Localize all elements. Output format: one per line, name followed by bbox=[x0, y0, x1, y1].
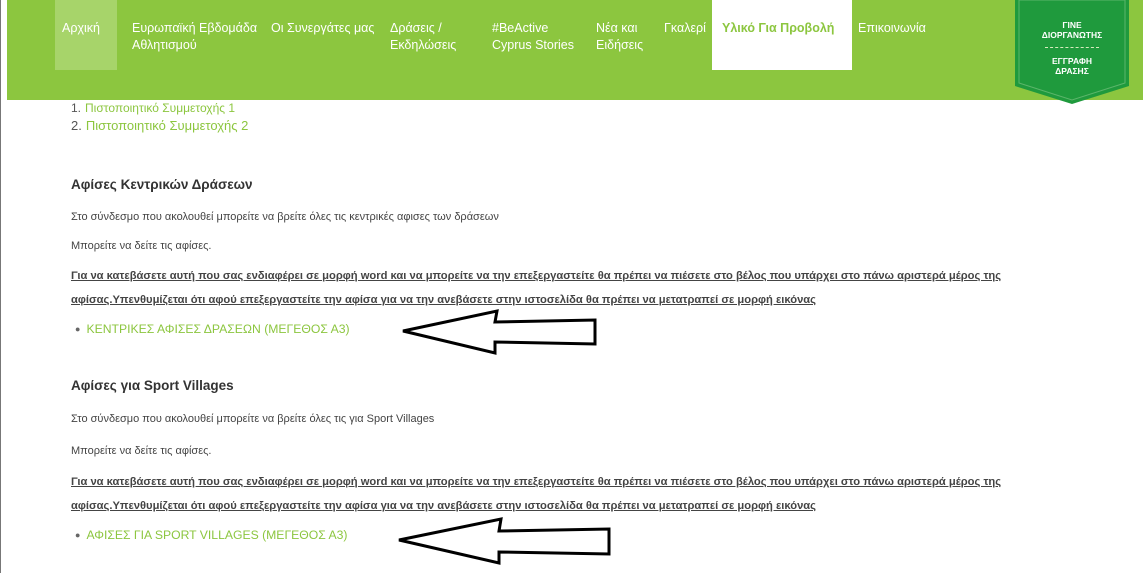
page-left-border bbox=[0, 0, 1, 573]
become-organizer-badge[interactable]: ΓΙΝΕ ΔΙΟΡΓΑΝΩΤΗΣ ΕΓΓΡΑΦΗ ΔΡΑΣΗΣ bbox=[1015, 0, 1129, 104]
bullet-icon: ● bbox=[75, 530, 81, 540]
nav-item-promo-material[interactable]: Υλικό Για Προβολή bbox=[712, 0, 852, 70]
badge-divider bbox=[1045, 47, 1099, 48]
list-number: 2. bbox=[71, 118, 82, 133]
bullet-icon: ● bbox=[75, 324, 81, 334]
nav-item-european-sport-week[interactable]: Ευρωπαϊκή Εβδομάδα Αθλητισμού bbox=[132, 0, 262, 70]
instruction-line: Για να κατεβάσετε αυτή που σας ενδιαφέρε… bbox=[71, 270, 1002, 282]
nav-item-label: Ειδήσεις bbox=[596, 38, 644, 52]
instruction-line: αφίσας.Υπενθυμίζεται ότι αφού επεξεργαστ… bbox=[71, 294, 817, 306]
sport-villages-posters-link[interactable]: ● ΑΦΙΣΕΣ ΓΙΑ SPORT VILLAGES (ΜΕΓΕΘΟΣ Α3) bbox=[75, 528, 347, 542]
badge-shape bbox=[1015, 0, 1129, 104]
badge-subtitle-line: ΕΓΓΡΑΦΗ bbox=[1052, 56, 1092, 66]
nav-item-label: Υλικό Για Προβολή bbox=[722, 21, 835, 35]
nav-item-gallery[interactable]: Γκαλερί bbox=[664, 0, 712, 70]
nav-item-label: Cyprus Stories bbox=[492, 38, 574, 52]
nav-item-label: Αρχική bbox=[62, 21, 100, 35]
nav-item-label: Εκδηλώσεις bbox=[390, 38, 457, 52]
instruction-line: αφίσας.Υπενθυμίζεται ότι αφού επεξεργαστ… bbox=[71, 500, 817, 512]
nav-item-label: #BeActive bbox=[492, 21, 549, 35]
section-description: Στο σύνδεσμο που ακολουθεί μπορείτε να β… bbox=[71, 413, 435, 425]
instruction-line: Για να κατεβάσετε αυτή που σας ενδιαφέρε… bbox=[71, 476, 1002, 488]
nav-item-label: Αθλητισμού bbox=[132, 38, 197, 52]
certificate-label: Πιστοποιητικό Συμμετοχής 1 bbox=[85, 101, 236, 115]
certificate-link-2[interactable]: 2. Πιστοποιητικό Συμμετοχής 2 bbox=[71, 117, 248, 135]
download-instructions: Για να κατεβάσετε αυτή που σας ενδιαφέρε… bbox=[71, 264, 1081, 312]
link-label: ΑΦΙΣΕΣ ΓΙΑ SPORT VILLAGES (ΜΕΓΕΘΟΣ Α3) bbox=[86, 528, 348, 542]
section-title-sport-villages: Αφίσες για Sport Villages bbox=[71, 378, 234, 393]
nav-item-home[interactable]: Αρχική bbox=[55, 0, 117, 70]
main-navigation: Αρχική Ευρωπαϊκή Εβδομάδα Αθλητισμού Οι … bbox=[7, 0, 1143, 104]
certificate-label: Πιστοποιητικό Συμμετοχής 2 bbox=[85, 118, 249, 133]
badge-title: ΓΙΝΕ ΔΙΟΡΓΑΝΩΤΗΣ bbox=[1015, 20, 1129, 40]
badge-subtitle-line: ΔΡΑΣΗΣ bbox=[1055, 66, 1089, 76]
arrow-annotation-icon bbox=[398, 517, 611, 565]
section-note: Μπορείτε να δείτε τις αφίσες. bbox=[71, 445, 212, 457]
list-number: 1. bbox=[71, 101, 82, 115]
nav-item-contact[interactable]: Επικοινωνία bbox=[858, 0, 938, 70]
badge-subtitle: ΕΓΓΡΑΦΗ ΔΡΑΣΗΣ bbox=[1015, 56, 1129, 76]
central-posters-link[interactable]: ● ΚΕΝΤΡΙΚΕΣ ΑΦΙΣΕΣ ΔΡΑΣΕΩΝ (ΜΕΓΕΘΟΣ Α3) bbox=[75, 322, 350, 336]
nav-item-label: Νέα και bbox=[596, 21, 638, 35]
section-note: Μπορείτε να δείτε τις αφίσες. bbox=[71, 240, 212, 252]
badge-title-line: ΓΙΝΕ bbox=[1062, 20, 1082, 30]
nav-item-news[interactable]: Νέα και Ειδήσεις bbox=[596, 0, 651, 70]
section-description: Στο σύνδεσμο που ακολουθεί μπορείτε να β… bbox=[71, 211, 499, 223]
nav-item-label: Δράσεις / bbox=[390, 21, 442, 35]
download-instructions: Για να κατεβάσετε αυτή που σας ενδιαφέρε… bbox=[71, 470, 1081, 518]
certificate-link-1[interactable]: 1. Πιστοποιητικό Συμμετοχής 1 bbox=[71, 99, 248, 117]
nav-item-label: Οι Συνεργάτες μας bbox=[271, 21, 375, 35]
link-label: ΚΕΝΤΡΙΚΕΣ ΑΦΙΣΕΣ ΔΡΑΣΕΩΝ (ΜΕΓΕΘΟΣ Α3) bbox=[86, 322, 350, 336]
arrow-annotation-icon bbox=[402, 309, 597, 355]
certificates-list: 1. Πιστοποιητικό Συμμετοχής 1 2. Πιστοποιη… bbox=[71, 99, 248, 135]
nav-item-partners[interactable]: Οι Συνεργάτες μας bbox=[271, 0, 389, 70]
nav-item-label: Επικοινωνία bbox=[858, 21, 926, 35]
nav-item-label: Γκαλερί bbox=[664, 21, 706, 35]
section-title-central-posters: Αφίσες Κεντρικών Δράσεων bbox=[71, 177, 253, 192]
nav-item-actions-events[interactable]: Δράσεις / Εκδηλώσεις bbox=[390, 0, 460, 70]
badge-title-line: ΔΙΟΡΓΑΝΩΤΗΣ bbox=[1041, 30, 1103, 40]
nav-item-beactive-stories[interactable]: #BeActive Cyprus Stories bbox=[492, 0, 582, 70]
nav-item-label: Ευρωπαϊκή Εβδομάδα bbox=[132, 21, 258, 35]
